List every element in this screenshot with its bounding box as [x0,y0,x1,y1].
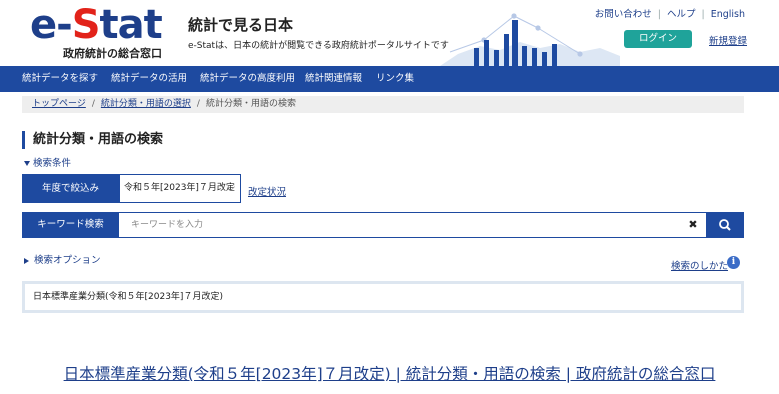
logo-subtitle: 政府統計の総合窓口 [63,47,162,60]
triangle-right-icon [24,257,29,264]
link-separator: | [657,9,661,20]
window-title-link[interactable]: 日本標準産業分類(令和５年[2023年]７月改定) | 統計分類・用語の検索 |… [0,362,779,384]
breadcrumb-classification-select[interactable]: 統計分類・用語の選択 [101,99,191,109]
english-link[interactable]: English [711,9,745,20]
search-icon [719,219,731,231]
utility-links: お問い合わせ | ヘルプ | English [595,6,745,20]
search-options-toggle[interactable]: 検索オプション [24,252,101,266]
help-link[interactable]: ヘルプ [667,9,696,20]
breadcrumb-separator: / [91,99,95,109]
login-button[interactable]: ログイン [624,30,692,48]
header-chart-graphic [440,13,620,66]
nav-item-find-data[interactable]: 統計データを探す [22,66,98,92]
site-title: 統計で見る日本 [188,16,294,34]
clear-icon[interactable]: ✖ [686,212,700,238]
site-description: e-Statは、日本の統計が閲覧できる政府統計ポータルサイトです [188,41,449,51]
triangle-down-icon [24,161,30,166]
main-nav: 統計データを探す 統計データの活用 統計データの高度利用 統計関連情報 リンク集 [0,66,779,92]
nav-item-links[interactable]: リンク集 [376,66,414,92]
breadcrumb-separator: / [196,99,200,109]
info-icon[interactable]: i [727,256,740,269]
nav-item-use-data[interactable]: 統計データの活用 [111,66,187,92]
selected-classification: 日本標準産業分類(令和５年[2023年]７月改定) [22,281,744,313]
search-conditions-label: 検索条件 [33,158,72,169]
site-header: e-Stat 政府統計の総合窓口 統計で見る日本 e-Statは、日本の統計が閲… [0,0,779,66]
breadcrumb: トップページ / 統計分類・用語の選択 / 統計分類・用語の検索 [22,96,744,113]
contact-link[interactable]: お問い合わせ [595,9,652,20]
logo-wordmark: e-Stat [30,2,163,48]
estat-logo[interactable]: e-Stat 政府統計の総合窓口 [30,2,170,60]
search-howto-link[interactable]: 検索のしかた [671,258,728,272]
search-options-label: 検索オプション [34,255,101,266]
year-filter-label: 年度で絞込み [22,174,119,203]
page-title: 統計分類・用語の検索 [22,131,163,149]
revision-status-link[interactable]: 改定状況 [248,184,286,198]
chevron-down-icon: ⌵ [228,183,235,193]
breadcrumb-current: 統計分類・用語の検索 [205,99,296,109]
keyword-search-label: キーワード検索 [22,212,119,238]
nav-item-advanced-use[interactable]: 統計データの高度利用 [200,66,295,92]
register-link[interactable]: 新規登録 [709,33,747,47]
search-conditions-toggle[interactable]: 検索条件 [24,155,71,169]
year-select-value: 令和５年[2023年]７月改定 [124,183,235,193]
breadcrumb-top[interactable]: トップページ [32,99,86,109]
search-button[interactable] [706,212,744,238]
year-select[interactable]: 令和５年[2023年]７月改定 ⌵ [119,174,241,203]
nav-item-related-info[interactable]: 統計関連情報 [305,66,362,92]
link-separator: | [701,9,705,20]
keyword-input[interactable]: キーワードを入力 [119,212,706,238]
